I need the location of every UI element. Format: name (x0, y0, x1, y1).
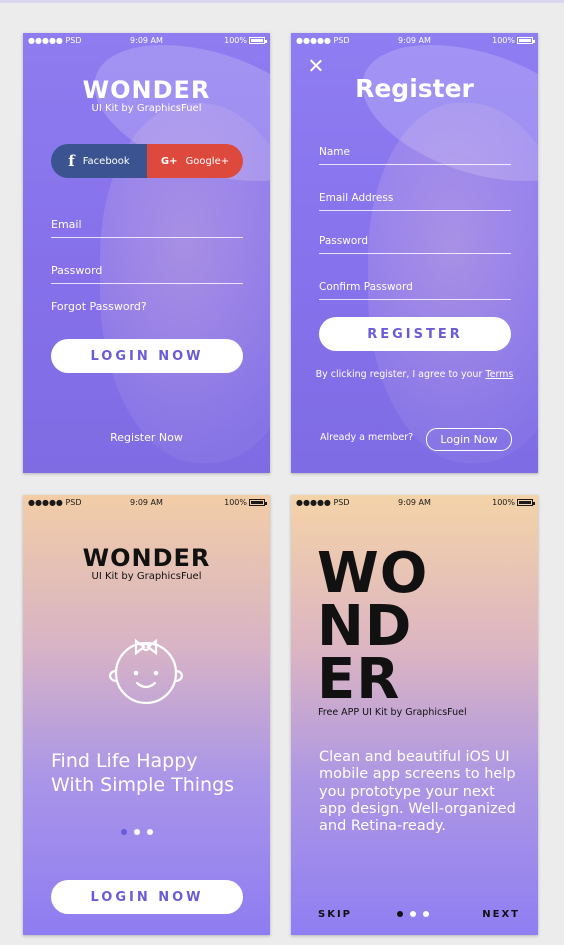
big-wordmark: WO ND ER (317, 541, 429, 712)
brand-subtitle: UI Kit by GraphicsFuel (91, 103, 202, 114)
wordmark-line-2: ND (317, 594, 413, 659)
register-button[interactable]: REGISTER (319, 317, 511, 351)
brand-subtitle: UI Kit by GraphicsFuel (91, 571, 202, 582)
battery-icon (517, 37, 535, 44)
battery-percent: 100% (492, 498, 515, 507)
battery-indicator: 100% (224, 36, 267, 45)
name-placeholder: Name (319, 146, 350, 158)
wordmark-line-1: WO (317, 541, 429, 606)
confirm-password-field[interactable]: Confirm Password (319, 275, 511, 300)
close-icon[interactable] (310, 59, 322, 71)
page-indicator (397, 911, 429, 917)
login-now-button[interactable]: Login Now (426, 428, 512, 451)
battery-icon (249, 499, 267, 506)
battery-icon (517, 499, 535, 506)
top-divider (0, 0, 564, 3)
skip-button[interactable]: SKIP (318, 909, 352, 920)
email-field[interactable]: Email Address (319, 186, 511, 211)
battery-indicator: 100% (492, 498, 535, 507)
register-now-label: Register Now (110, 431, 183, 444)
register-screen: ●●●●● PSD 9:09 AM 100% Register Name Ema… (291, 33, 538, 473)
page-dot[interactable] (410, 911, 416, 917)
brand-logo: WONDER UI Kit by GraphicsFuel (23, 545, 270, 583)
terms-link[interactable]: Terms (485, 369, 513, 380)
battery-percent: 100% (224, 36, 247, 45)
battery-percent: 100% (224, 498, 247, 507)
google-button[interactable]: G+ Google+ (147, 144, 243, 178)
battery-icon (249, 37, 267, 44)
status-bar: ●●●●● PSD 9:09 AM 100% (23, 495, 270, 511)
forgot-password-link[interactable]: Forgot Password? (51, 300, 147, 313)
page-dot[interactable] (423, 911, 429, 917)
page-indicator (121, 829, 153, 835)
confirm-password-placeholder: Confirm Password (319, 281, 413, 293)
page-dot-active[interactable] (121, 829, 127, 835)
page-dot-active[interactable] (397, 911, 403, 917)
email-placeholder: Email (51, 218, 82, 231)
google-plus-icon: G+ (160, 155, 178, 167)
page-dot[interactable] (147, 829, 153, 835)
login-screen: ●●●●● PSD 9:09 AM 100% WONDER UI Kit by … (23, 33, 270, 473)
password-field[interactable]: Password (319, 229, 511, 254)
facebook-label: Facebook (82, 155, 130, 167)
brand-title: WONDER (82, 544, 211, 572)
password-placeholder: Password (51, 264, 103, 277)
status-bar: ●●●●● PSD 9:09 AM 100% (23, 33, 270, 49)
facebook-button[interactable]: f Facebook (51, 144, 147, 178)
brand-title: WONDER (82, 76, 211, 104)
name-field[interactable]: Name (319, 140, 511, 165)
baby-face-icon (109, 638, 183, 705)
password-field[interactable]: Password (51, 259, 243, 284)
battery-percent: 100% (492, 36, 515, 45)
wordmark-line-3: ER (317, 647, 401, 712)
status-bar: ●●●●● PSD 9:09 AM 100% (291, 495, 538, 511)
tagline-line-2: With Simple Things (51, 774, 235, 796)
tagline-line-1: Find Life Happy (51, 750, 198, 772)
tagline: Find Life Happy With Simple Things (51, 749, 234, 797)
terms-notice: By clicking register, I agree to your Te… (291, 369, 538, 380)
description-text: Clean and beautiful iOS UI mobile app sc… (319, 749, 516, 835)
intro-screen: ●●●●● PSD 9:09 AM 100% WO ND ER Free APP… (291, 495, 538, 935)
social-login-group: f Facebook G+ Google+ (51, 144, 243, 178)
page-dot[interactable] (134, 829, 140, 835)
facebook-icon: f (68, 152, 75, 170)
google-label: Google+ (185, 155, 230, 167)
terms-text: By clicking register, I agree to your (315, 369, 483, 380)
battery-indicator: 100% (492, 36, 535, 45)
login-button[interactable]: LOGIN NOW (51, 880, 243, 914)
register-now-link[interactable]: Register Now (23, 431, 270, 444)
brand-logo: WONDER UI Kit by GraphicsFuel (23, 77, 270, 115)
page-title: Register (355, 74, 474, 103)
status-bar: ●●●●● PSD 9:09 AM 100% (291, 33, 538, 49)
email-placeholder: Email Address (319, 192, 394, 204)
login-button[interactable]: LOGIN NOW (51, 339, 243, 373)
battery-indicator: 100% (224, 498, 267, 507)
welcome-screen: ●●●●● PSD 9:09 AM 100% WONDER UI Kit by … (23, 495, 270, 935)
password-placeholder: Password (319, 235, 369, 247)
next-button[interactable]: NEXT (482, 909, 520, 920)
already-member-text: Already a member? (320, 432, 414, 443)
email-field[interactable]: Email (51, 213, 243, 238)
wordmark-subtitle: Free APP UI Kit by GraphicsFuel (318, 707, 467, 718)
